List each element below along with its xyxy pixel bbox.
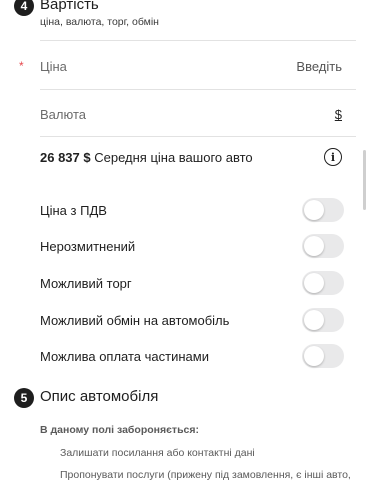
option-not-cleared: Нерозмитнений [0, 234, 356, 260]
option-label: Можлива оплата частинами [40, 349, 209, 364]
step-number-badge: 4 [14, 0, 34, 16]
option-bargain: Можливий торг [0, 271, 356, 297]
option-vat: Ціна з ПДВ [0, 198, 356, 224]
exchange-toggle[interactable] [302, 308, 344, 332]
step-number-badge: 5 [14, 388, 34, 408]
installments-toggle[interactable] [302, 344, 344, 368]
rules-item: Пропонувати послуги (прижену під замовле… [60, 469, 351, 480]
not-cleared-toggle[interactable] [302, 234, 344, 258]
section-subtitle: ціна, валюта, торг, обмін [40, 16, 159, 28]
toggle-knob [304, 236, 324, 256]
rules-title: В даному полі забороняється: [40, 424, 199, 436]
section-title: Опис автомобіля [40, 388, 159, 405]
average-price-caption: Середня ціна вашого авто [94, 150, 253, 165]
price-enter-button[interactable]: Введіть [296, 59, 342, 74]
option-label: Ціна з ПДВ [40, 203, 107, 218]
toggle-knob [304, 200, 324, 220]
scrollbar[interactable] [363, 150, 366, 210]
toggle-knob [304, 273, 324, 293]
section-title: Вартість [40, 0, 99, 13]
option-installments: Можлива оплата частинами [0, 344, 356, 370]
option-label: Можливий обмін на автомобіль [40, 313, 230, 328]
option-exchange: Можливий обмін на автомобіль [0, 308, 356, 334]
average-price-row: 26 837 $ Середня ціна вашого авто i [0, 137, 356, 177]
average-price-amount: 26 837 $ [40, 150, 91, 165]
dollar-icon[interactable]: $ [335, 107, 342, 122]
option-label: Нерозмитнений [40, 239, 136, 254]
average-price-text: 26 837 $ Середня ціна вашого авто [40, 150, 253, 165]
currency-field[interactable]: Валюта $ [0, 90, 356, 136]
toggle-knob [304, 310, 324, 330]
required-mark: * [19, 59, 24, 73]
toggle-knob [304, 346, 324, 366]
price-label: Ціна [40, 59, 67, 74]
bargain-toggle[interactable] [302, 271, 344, 295]
currency-label: Валюта [40, 107, 86, 122]
vat-toggle[interactable] [302, 198, 344, 222]
rules-item: Залишати посилання або контактні дані [60, 447, 255, 459]
info-icon[interactable]: i [324, 148, 342, 166]
option-label: Можливий торг [40, 276, 132, 291]
price-field[interactable]: * Ціна Введіть [0, 41, 356, 89]
